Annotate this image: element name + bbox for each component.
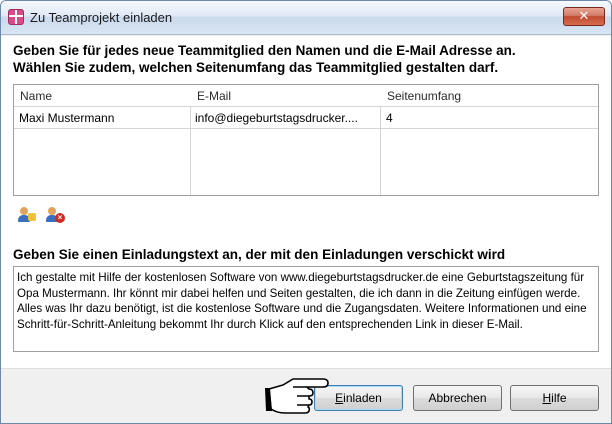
remove-user-icon (48, 207, 56, 215)
dialog-window: Zu Teamprojekt einladen ✕ Geben Sie für … (0, 0, 612, 424)
cell-name[interactable]: Maxi Mustermann (19, 111, 189, 125)
cell-email[interactable]: info@diegeburtstagsdrucker.... (195, 111, 379, 125)
header-email[interactable]: E-Mail (197, 89, 231, 103)
delete-badge-icon: × (55, 213, 65, 223)
invitation-text-field[interactable]: Ich gestalte mit Hilfe der kostenlosen S… (13, 266, 599, 352)
table-row[interactable]: Maxi Mustermann info@diegeburtstagsdruck… (14, 107, 598, 129)
gift-icon (8, 9, 24, 25)
star-badge-icon (28, 213, 36, 221)
cell-pages[interactable]: 4 (386, 111, 586, 125)
title-bar[interactable]: Zu Teamprojekt einladen ✕ (1, 1, 611, 35)
dialog-content: Geben Sie für jedes neue Teammitglied de… (1, 36, 611, 368)
pointing-hand-icon (265, 378, 329, 414)
close-button[interactable]: ✕ (563, 7, 605, 26)
invitation-heading: Geben Sie einen Einladungstext an, der m… (13, 247, 506, 262)
instructions-line1: Geben Sie für jedes neue Teammitglied de… (13, 43, 516, 58)
window-title: Zu Teamprojekt einladen (30, 10, 173, 25)
header-pages[interactable]: Seitenumfang (387, 89, 461, 103)
add-user-icon (20, 207, 28, 215)
cancel-button[interactable]: Abbrechen (413, 385, 502, 411)
table-header: Name E-Mail Seitenumfang (14, 85, 598, 107)
help-button[interactable]: Hilfe (510, 385, 599, 411)
instructions-text: Geben Sie für jedes neue Teammitglied de… (13, 42, 603, 76)
remove-member-button[interactable]: × (46, 207, 65, 223)
members-table[interactable]: Name E-Mail Seitenumfang Maxi Mustermann… (13, 84, 599, 196)
add-member-button[interactable] (18, 207, 36, 223)
header-name[interactable]: Name (20, 89, 52, 103)
instructions-line2: Wählen Sie zudem, welchen Seitenumfang d… (13, 60, 499, 75)
